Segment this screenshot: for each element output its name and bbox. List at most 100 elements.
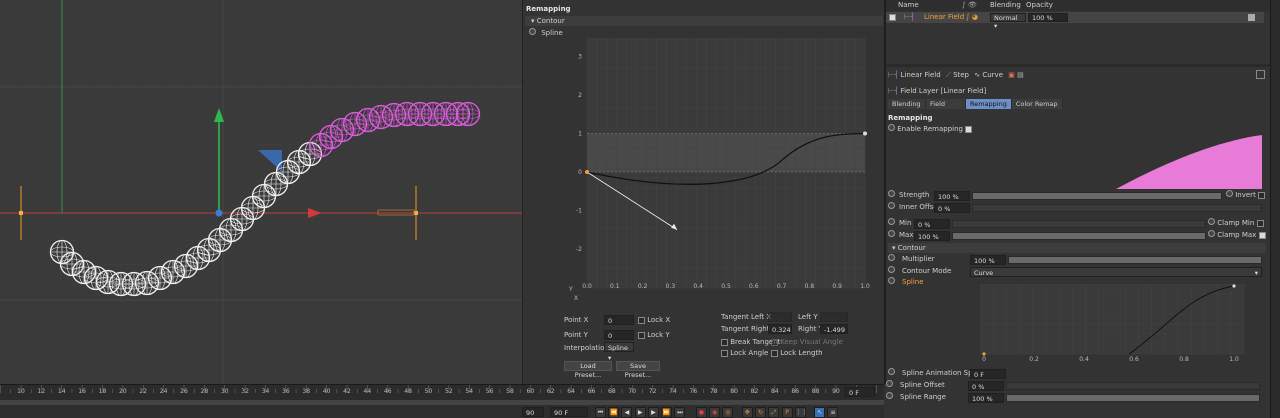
right-y-field[interactable]: -1.499: [820, 324, 848, 334]
lock-x-checkbox[interactable]: [638, 316, 645, 324]
animate-dot-icon[interactable]: [886, 380, 893, 387]
keyframe-selection-icon[interactable]: ◎: [722, 407, 734, 418]
spline-point-end[interactable]: [863, 131, 867, 136]
go-end-icon[interactable]: ⏭: [674, 407, 686, 418]
target-icon[interactable]: ▣: [1008, 71, 1015, 79]
col-name-header[interactable]: Name: [898, 0, 919, 11]
col-opacity-header[interactable]: Opacity: [1026, 0, 1053, 11]
left-y-field[interactable]: [820, 312, 848, 322]
timeline[interactable]: 10 12 14 16 18 20 22 24 26 28 30 32 34 36 38 40 42 44 46 48…: [0, 384, 884, 418]
lock-x-row[interactable]: Lock X: [638, 316, 670, 324]
spline-range-field[interactable]: 100 %: [968, 393, 1004, 403]
viewport-3d[interactable]: [0, 0, 522, 384]
strength-slider[interactable]: [972, 192, 1222, 200]
animate-dot-icon[interactable]: [1208, 218, 1215, 225]
invert-checkbox[interactable]: [1258, 191, 1266, 199]
next-frame-icon[interactable]: ▶: [647, 407, 659, 418]
lock-angle-row[interactable]: Lock Angle: [721, 349, 768, 357]
clamp-max-checkbox[interactable]: [1258, 231, 1266, 239]
animate-dot-icon[interactable]: [529, 28, 536, 35]
key-param-icon[interactable]: P: [781, 407, 793, 418]
layer-name[interactable]: Linear Field: [924, 12, 964, 23]
min-field[interactable]: 0 %: [914, 219, 950, 229]
strength-field[interactable]: 100 %: [934, 191, 970, 201]
keep-visual-angle-row[interactable]: Keep Visual Angle: [771, 338, 843, 346]
enable-remapping-checkbox[interactable]: [965, 125, 973, 133]
new-panel-icon[interactable]: [1256, 70, 1265, 79]
key-pla-icon[interactable]: ⋮⋮: [794, 407, 808, 418]
clamp-min-checkbox[interactable]: [1256, 219, 1264, 227]
tab-field[interactable]: Field: [926, 99, 966, 109]
layer-enable-checkbox[interactable]: [889, 14, 896, 21]
breadcrumb-linear-field[interactable]: Linear Field: [901, 71, 941, 79]
tab-blending[interactable]: Blending: [888, 99, 926, 109]
prev-frame-icon[interactable]: ◀: [621, 407, 633, 418]
layer-row[interactable]: ⊢┤ Linear Field ∫ ◕ Normal ▾ 100 %: [886, 12, 1264, 30]
animate-dot-icon[interactable]: [888, 368, 895, 375]
tab-color-remap[interactable]: Color Remap: [1011, 99, 1063, 109]
contour-section-header[interactable]: ▾ Contour: [888, 243, 1266, 253]
timeline-ruler[interactable]: 10 12 14 16 18 20 22 24 26 28 30 32 34 36 38 40 42 44 46 48…: [0, 385, 884, 399]
layer-blending-select[interactable]: Normal ▾: [990, 13, 1026, 30]
spline-curve-editor[interactable]: 3 2 1 0 -1 -2 0.0 0.1 0.2 0.3 0.4 0.5 0.6 0.7 0.8 0.9 1.…: [553, 38, 883, 308]
play-icon[interactable]: ▶: [634, 407, 646, 418]
tab-remapping[interactable]: Remapping: [966, 99, 1012, 109]
record-icon[interactable]: ●: [695, 407, 707, 418]
break-tangent-checkbox[interactable]: [721, 338, 728, 346]
load-preset-button[interactable]: Load Preset...: [564, 361, 612, 379]
contour-group-header[interactable]: ▾ Contour: [525, 16, 883, 26]
go-start-icon[interactable]: ⏮: [595, 407, 606, 418]
layer-opacity-field[interactable]: 100 %: [1028, 13, 1068, 22]
spline-animation-speed-field[interactable]: 0 F: [970, 369, 1006, 379]
current-frame-field[interactable]: 0 F: [845, 387, 875, 397]
animate-dot-icon[interactable]: [888, 202, 895, 209]
mini-spline-point[interactable]: [1232, 284, 1236, 288]
lock-length-checkbox[interactable]: [771, 349, 778, 357]
key-position-icon[interactable]: ✥: [741, 407, 753, 418]
point-y-field[interactable]: 0: [604, 330, 634, 340]
prev-key-icon[interactable]: ⏪: [608, 407, 620, 418]
spline-mini-editor[interactable]: 0 0.2 0.4 0.6 0.8 1.0: [980, 284, 1262, 364]
max-field[interactable]: 100 %: [914, 231, 950, 241]
animate-dot-icon[interactable]: [888, 230, 895, 237]
animate-dot-icon[interactable]: [1208, 230, 1215, 237]
animate-dot-icon[interactable]: [888, 190, 895, 197]
max-slider[interactable]: [952, 232, 1206, 240]
spline-range-slider[interactable]: [1006, 394, 1260, 402]
folder-icon[interactable]: ▤: [1017, 71, 1024, 79]
animate-dot-icon[interactable]: [888, 218, 895, 225]
layer-color-swatch[interactable]: [1248, 14, 1255, 21]
timeline-menu-icon[interactable]: ≡: [827, 407, 839, 418]
lock-y-row[interactable]: Lock Y: [638, 331, 670, 339]
key-scale-icon[interactable]: ⤢: [768, 407, 780, 418]
spline-offset-field[interactable]: 0 %: [968, 381, 1004, 391]
point-x-field[interactable]: 0: [604, 315, 634, 325]
animate-dot-icon[interactable]: [1226, 190, 1233, 197]
col-blending-header[interactable]: Blending: [990, 0, 1021, 11]
animate-dot-icon[interactable]: [888, 266, 895, 273]
lock-length-row[interactable]: Lock Length: [771, 349, 823, 357]
end-frame-field-a[interactable]: 90 F: [522, 407, 544, 417]
tangent-right-x-field[interactable]: 0.324: [768, 324, 792, 334]
spline-offset-slider[interactable]: [1006, 382, 1260, 390]
animate-dot-icon[interactable]: [888, 277, 895, 284]
motion-mode-icon[interactable]: ↖: [814, 407, 826, 418]
tangent-left-x-field[interactable]: [768, 312, 792, 322]
lock-angle-checkbox[interactable]: [721, 349, 728, 357]
animate-dot-icon[interactable]: [888, 124, 895, 131]
keep-visual-angle-checkbox[interactable]: [771, 338, 778, 346]
animate-dot-icon[interactable]: [886, 392, 893, 399]
next-key-icon[interactable]: ⏩: [661, 407, 673, 418]
lock-y-checkbox[interactable]: [638, 331, 645, 339]
inner-offset-field[interactable]: 0 %: [934, 203, 970, 213]
multiplier-slider[interactable]: [1008, 256, 1262, 264]
multiplier-field[interactable]: 100 %: [970, 255, 1006, 265]
animate-dot-icon[interactable]: [888, 254, 895, 261]
end-frame-field-b[interactable]: 90 F: [550, 407, 588, 417]
contour-mode-select[interactable]: Curve ▾: [970, 267, 1262, 277]
breadcrumb-curve[interactable]: Curve: [982, 71, 1003, 79]
inner-offset-slider[interactable]: [972, 204, 1262, 212]
viewport-canvas[interactable]: [0, 0, 522, 384]
breadcrumb-step[interactable]: Step: [953, 71, 969, 79]
save-preset-button[interactable]: Save Preset...: [616, 361, 660, 379]
